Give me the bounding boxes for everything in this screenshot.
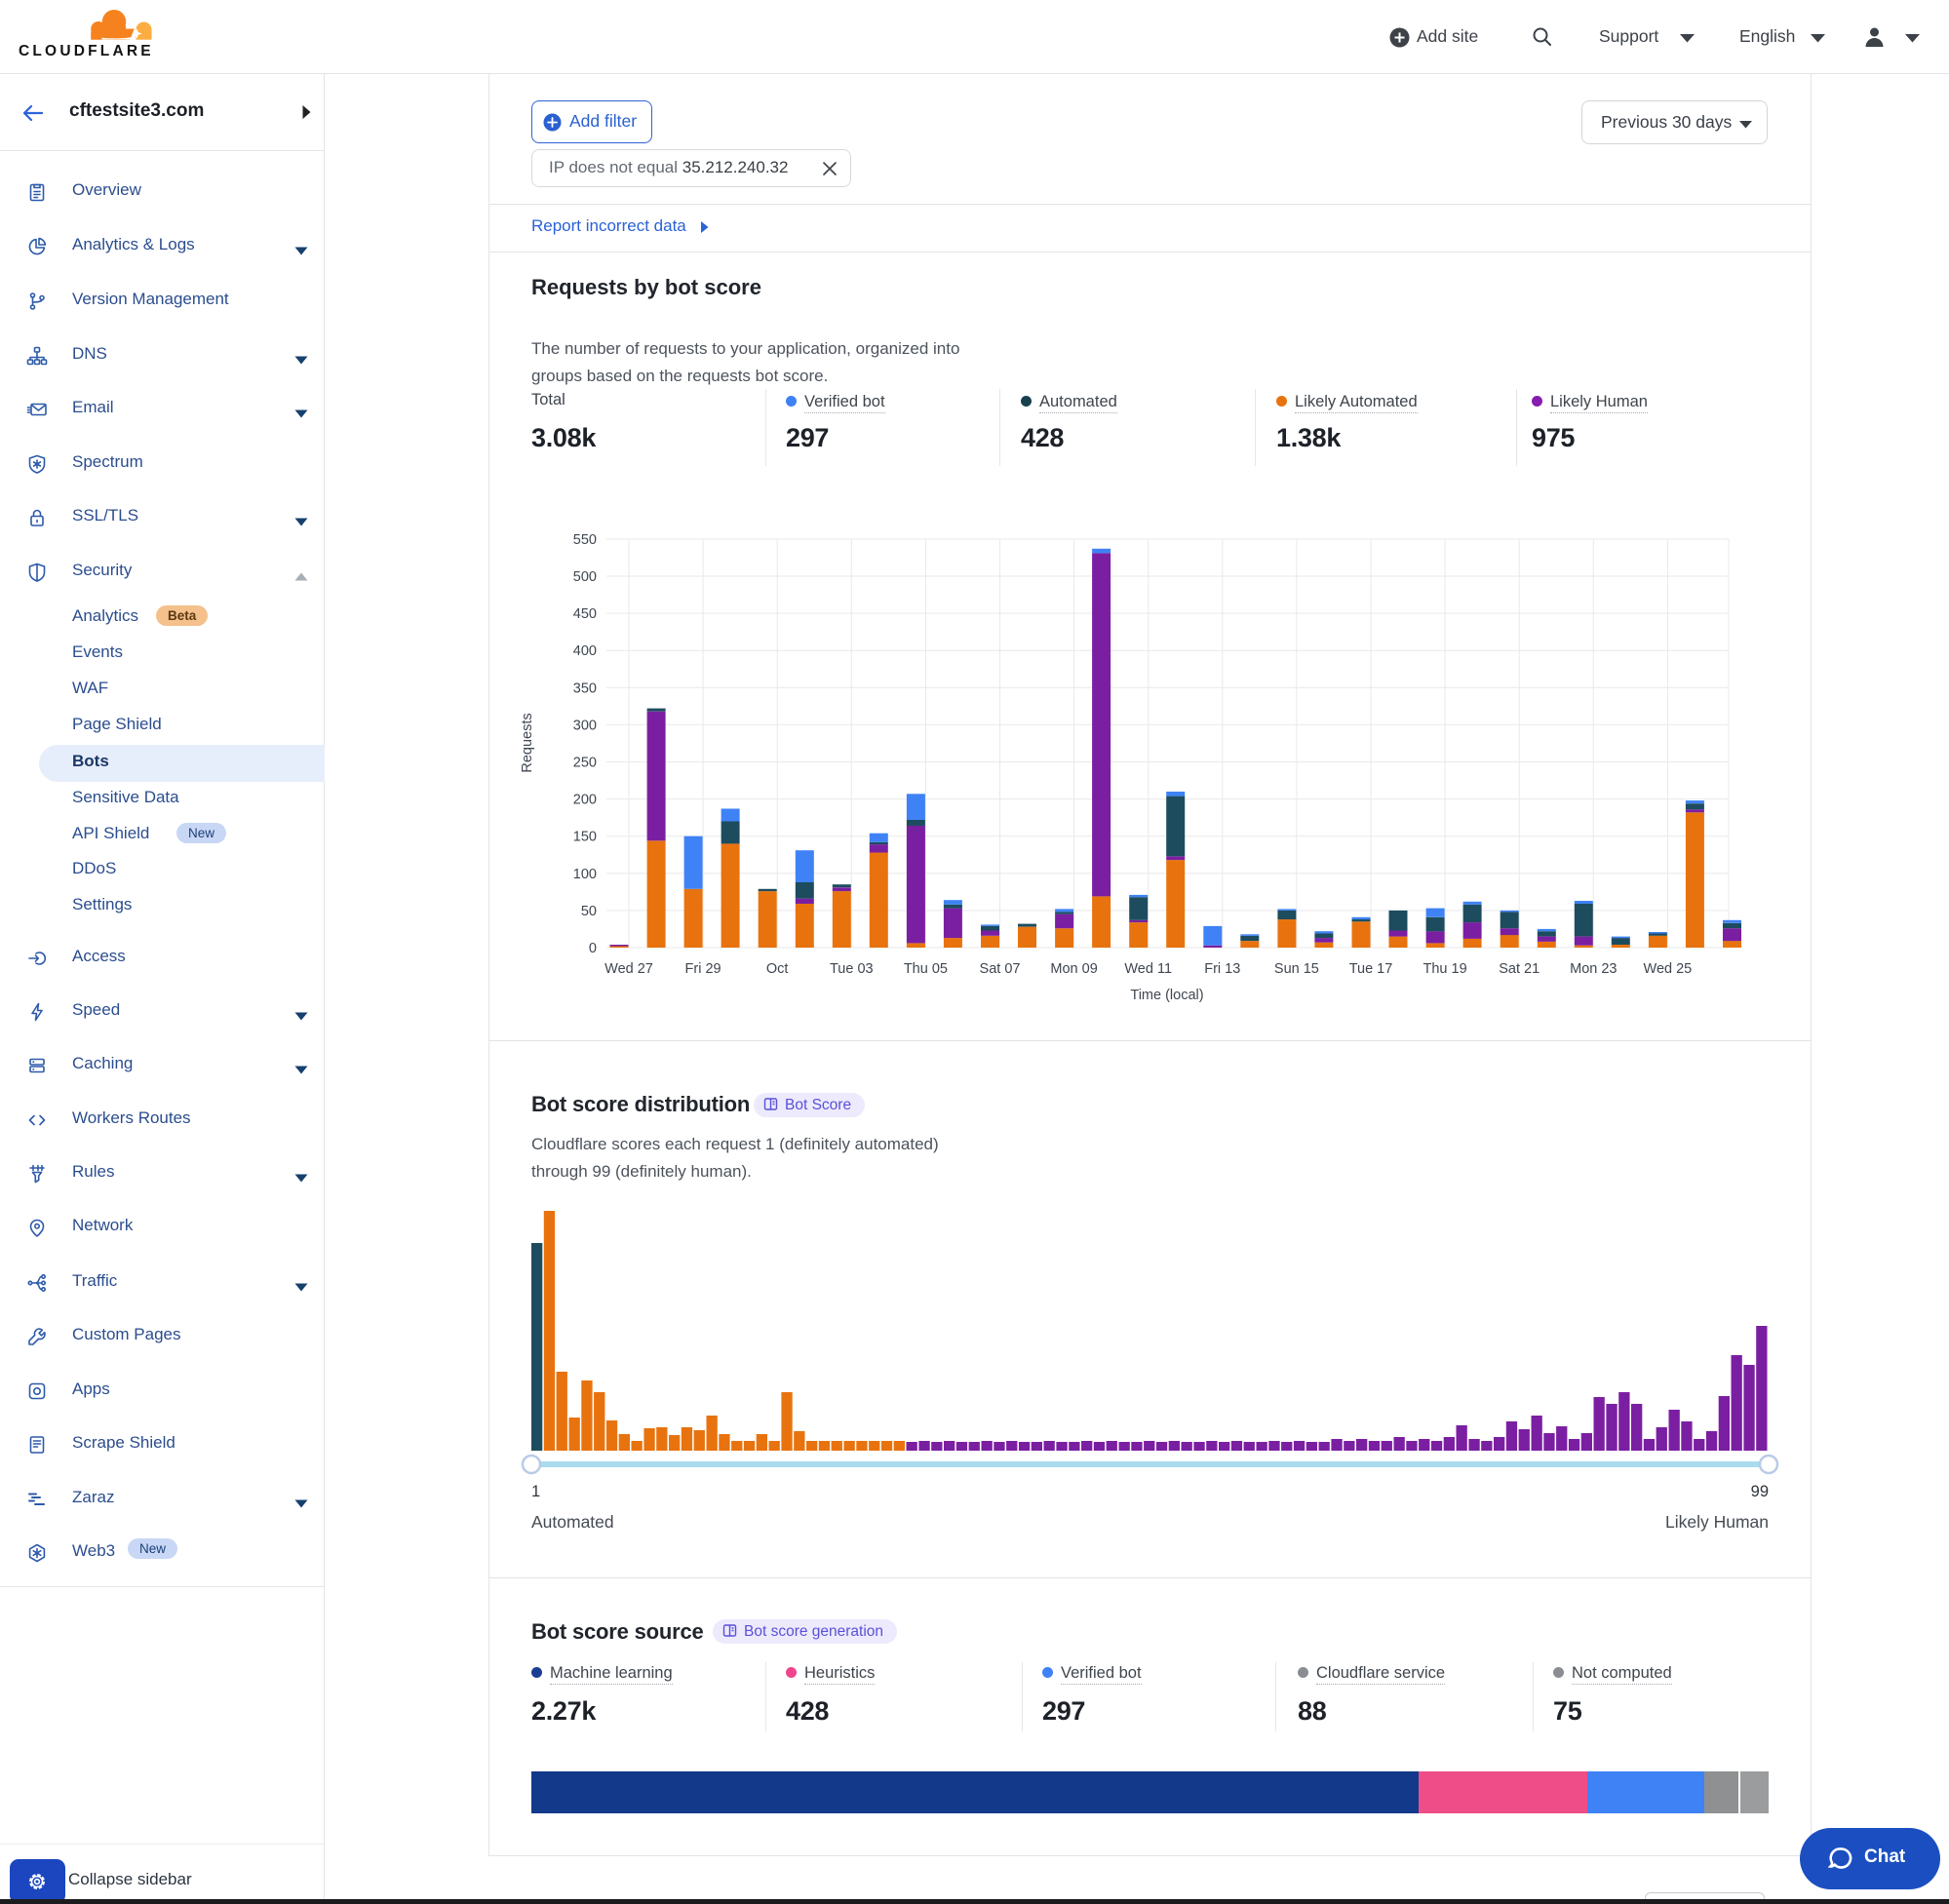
svg-text:350: 350: [573, 680, 597, 696]
svg-text:400: 400: [573, 643, 597, 659]
svg-text:Wed 25: Wed 25: [1644, 961, 1693, 977]
svg-text:Mon 23: Mon 23: [1570, 961, 1617, 977]
svg-text:Fri 13: Fri 13: [1204, 961, 1240, 977]
svg-text:150: 150: [573, 830, 597, 845]
svg-text:500: 500: [573, 569, 597, 585]
svg-text:Oct: Oct: [766, 961, 789, 977]
svg-text:Fri 29: Fri 29: [685, 961, 721, 977]
svg-text:Wed 11: Wed 11: [1124, 961, 1172, 977]
svg-text:Thu 19: Thu 19: [1423, 961, 1467, 977]
svg-text:300: 300: [573, 718, 597, 733]
svg-text:Thu 05: Thu 05: [904, 961, 948, 977]
svg-text:50: 50: [581, 904, 597, 919]
svg-text:Sun 15: Sun 15: [1274, 961, 1319, 977]
svg-text:100: 100: [573, 867, 597, 882]
svg-text:Requests: Requests: [520, 713, 535, 772]
svg-text:Mon 09: Mon 09: [1050, 961, 1097, 977]
svg-text:Tue 03: Tue 03: [830, 961, 874, 977]
svg-text:200: 200: [573, 793, 597, 808]
svg-text:250: 250: [573, 756, 597, 771]
svg-text:450: 450: [573, 606, 597, 622]
svg-text:Wed 27: Wed 27: [604, 961, 653, 977]
svg-text:0: 0: [589, 941, 597, 956]
svg-text:Sat 21: Sat 21: [1499, 961, 1540, 977]
svg-text:Sat 07: Sat 07: [980, 961, 1021, 977]
svg-text:Time (local): Time (local): [1130, 988, 1203, 1003]
svg-text:550: 550: [573, 532, 597, 548]
svg-text:Tue 17: Tue 17: [1349, 961, 1393, 977]
